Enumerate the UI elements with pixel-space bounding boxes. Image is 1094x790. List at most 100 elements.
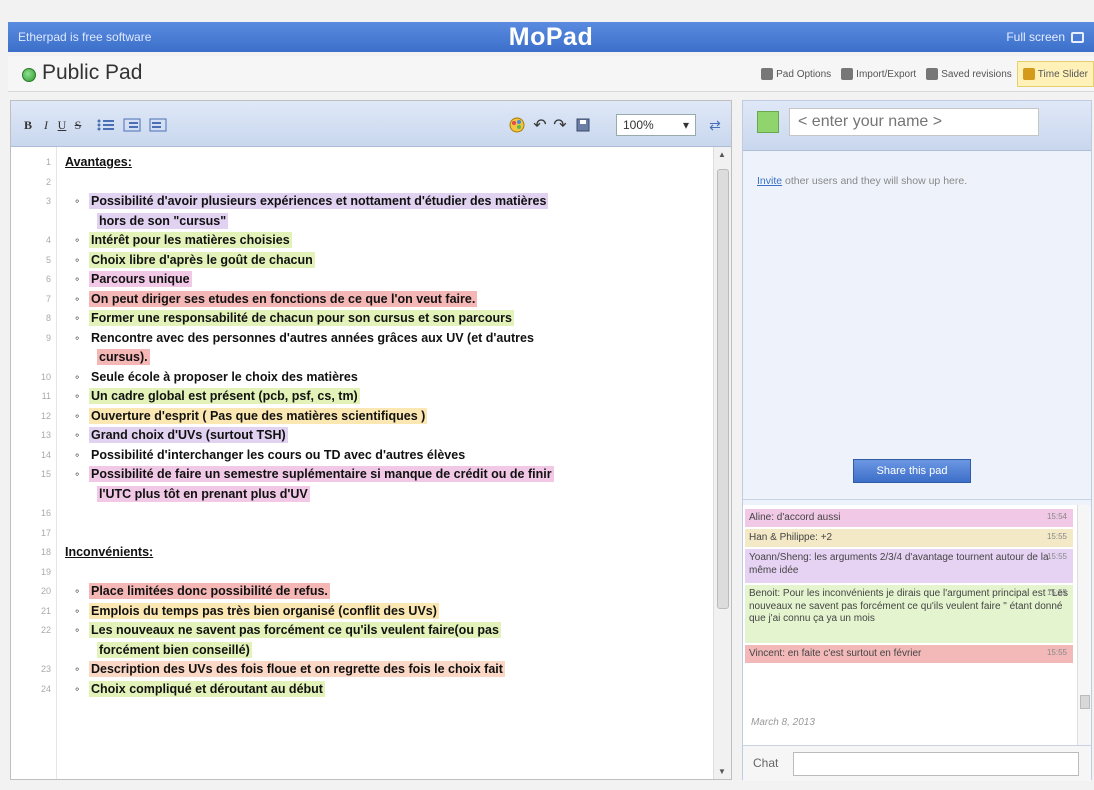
chat-log: March 8, 2013 Aline: d'accord aussi 15:54… bbox=[743, 505, 1091, 745]
pad-line[interactable]: forcément bien conseillé) bbox=[97, 641, 252, 658]
line-text: Possibilité de faire un semestre supléme… bbox=[89, 466, 554, 482]
fullscreen-button[interactable]: Full screen bbox=[1006, 30, 1084, 44]
invite-link[interactable]: Invite bbox=[757, 175, 782, 187]
line-number: 2 bbox=[45, 176, 51, 187]
underline-button[interactable]: U bbox=[55, 115, 69, 135]
time-slider-label: Time Slider bbox=[1037, 68, 1088, 80]
saved-revisions-button[interactable]: Saved revisions bbox=[921, 61, 1017, 87]
time-slider-button[interactable]: Time Slider bbox=[1016, 61, 1094, 87]
import-export-button[interactable]: Import/Export bbox=[836, 61, 921, 87]
chat-time: 15:54 bbox=[1046, 512, 1067, 521]
pad-line[interactable]: Choix compliqué et déroutant au début bbox=[75, 680, 325, 697]
pad-line[interactable]: Emplois du temps pas très bien organisé … bbox=[75, 602, 439, 619]
scrollbar-thumb[interactable] bbox=[717, 169, 729, 609]
import-export-label: Import/Export bbox=[856, 68, 917, 80]
pad-line[interactable]: On peut diriger ses etudes en fonctions … bbox=[75, 290, 478, 307]
free-software-link[interactable]: Etherpad is free software bbox=[18, 30, 151, 44]
pad-line[interactable]: cursus). bbox=[97, 349, 150, 365]
pad-line[interactable]: l'UTC plus tôt en prenant plus d'UV bbox=[97, 485, 310, 502]
fullscreen-label: Full screen bbox=[1006, 30, 1065, 44]
italic-button[interactable]: I bbox=[39, 115, 53, 135]
invite-text: Invite other users and they will show up… bbox=[757, 175, 967, 187]
pad-line[interactable]: Possibilité de faire un semestre supléme… bbox=[75, 466, 554, 482]
undo-button[interactable]: ↶ bbox=[531, 115, 549, 135]
chat-time: 15:55 bbox=[1046, 588, 1067, 597]
chat-scrollbar[interactable] bbox=[1077, 505, 1091, 745]
pad-line[interactable]: Grand choix d'UVs (surtout TSH) bbox=[75, 427, 288, 443]
line-number: 14 bbox=[40, 449, 51, 460]
chat-author: Han & Philippe bbox=[749, 532, 816, 543]
line-text: Intérêt pour les matières choisies bbox=[89, 232, 292, 248]
chat-author: Yoann/Sheng bbox=[749, 552, 809, 563]
save-revision-button[interactable] bbox=[573, 115, 593, 135]
etherpad-window: Etherpad is free software MoPad Full scr… bbox=[0, 0, 1094, 790]
pad-line[interactable]: Description des UVs des fois floue et on… bbox=[75, 661, 505, 677]
line-number: 24 bbox=[40, 683, 51, 694]
chat-author: Benoit bbox=[749, 588, 778, 599]
scroll-up-icon[interactable]: ▲ bbox=[718, 150, 726, 159]
user-color-swatch[interactable] bbox=[757, 111, 779, 133]
save-icon bbox=[576, 118, 590, 132]
line-number: 21 bbox=[40, 605, 51, 616]
outdent-button[interactable] bbox=[147, 115, 169, 135]
zoom-select[interactable]: 100% ▾ bbox=[616, 114, 696, 136]
share-pad-button[interactable]: Share this pad bbox=[853, 459, 971, 483]
chat-scrollbar-thumb[interactable] bbox=[1080, 695, 1090, 709]
pad-header: Public Pad Pad Options Import/Export Sav… bbox=[8, 56, 1094, 92]
scroll-down-icon[interactable]: ▼ bbox=[718, 767, 726, 776]
swap-arrows-icon: ⇄ bbox=[709, 116, 721, 133]
pad-line[interactable]: Ouverture d'esprit ( Pas que des matière… bbox=[75, 407, 428, 424]
pad-line[interactable]: Les nouveaux ne savent pas forcément ce … bbox=[75, 622, 501, 638]
users-chat-panel: Invite other users and they will show up… bbox=[742, 100, 1092, 781]
pad-line[interactable]: Possibilité d'interchanger les cours ou … bbox=[75, 448, 467, 462]
strikethrough-button[interactable]: S bbox=[71, 115, 85, 135]
username-input[interactable] bbox=[789, 108, 1039, 136]
section-heading[interactable]: Avantages: bbox=[63, 155, 134, 169]
line-number: 16 bbox=[40, 508, 51, 518]
chat-author: Aline bbox=[749, 512, 772, 523]
pad-line[interactable]: Un cadre global est présent (pcb, psf, c… bbox=[75, 388, 360, 404]
line-number: 22 bbox=[40, 625, 51, 635]
chat-message: Yoann/Sheng: les arguments 2/3/4 d'avant… bbox=[745, 549, 1073, 583]
outdent-icon bbox=[149, 118, 167, 132]
bold-button[interactable]: B bbox=[21, 115, 35, 135]
pad-line[interactable]: Parcours unique bbox=[75, 271, 192, 287]
undo-icon: ↶ bbox=[533, 117, 547, 134]
indent-button[interactable] bbox=[121, 115, 143, 135]
pad-line[interactable]: Choix libre d'après le goût de chacun bbox=[75, 251, 315, 268]
line-text: Grand choix d'UVs (surtout TSH) bbox=[89, 427, 288, 443]
redo-button[interactable]: ↷ bbox=[551, 115, 569, 135]
chat-time: 15:55 bbox=[1046, 552, 1067, 561]
line-number: 1 bbox=[45, 157, 51, 167]
chat-message: Vincent: en faite c'est surtout en févri… bbox=[745, 645, 1073, 663]
pad-line[interactable]: Place limitées donc possibilité de refus… bbox=[75, 583, 330, 599]
pad-line[interactable]: Possibilité d'avoir plusieurs expérience… bbox=[75, 193, 549, 209]
editor-scrollbar[interactable]: ▲ ▼ bbox=[713, 147, 731, 779]
pad-line[interactable]: Former une responsabilité de chacun pour… bbox=[75, 310, 514, 326]
connection-status-icon bbox=[22, 68, 36, 82]
fullscreen-icon bbox=[1071, 31, 1084, 43]
line-number: 5 bbox=[45, 254, 51, 265]
line-text: l'UTC plus tôt en prenant plus d'UV bbox=[97, 485, 310, 502]
pad-line[interactable]: Seule école à proposer le choix des mati… bbox=[75, 370, 360, 384]
chat-input[interactable] bbox=[793, 752, 1079, 776]
zoom-value: 100% bbox=[623, 118, 654, 132]
color-picker-button[interactable] bbox=[507, 115, 527, 135]
line-text: Ouverture d'esprit ( Pas que des matière… bbox=[89, 407, 428, 424]
bullet-list-button[interactable] bbox=[95, 115, 117, 135]
section-heading[interactable]: Inconvénients: bbox=[63, 545, 155, 559]
document-icon bbox=[761, 68, 774, 80]
pad-title: Public Pad bbox=[42, 61, 143, 84]
toggle-sidebar-button[interactable]: ⇄ bbox=[705, 115, 725, 135]
pad-line[interactable]: Rencontre avec des personnes d'autres an… bbox=[75, 331, 536, 345]
line-text: hors de son "cursus" bbox=[97, 212, 229, 229]
pad-options-button[interactable]: Pad Options bbox=[756, 61, 836, 87]
chat-date: March 8, 2013 bbox=[751, 717, 815, 728]
editor-panel: B I U S ↶ ↷ 100% ▾ ⇄ 1 2 3 4 5 6 7 8 9 1… bbox=[10, 100, 732, 780]
line-text: Avantages: bbox=[65, 155, 132, 169]
pad-line[interactable]: hors de son "cursus" bbox=[97, 212, 229, 229]
user-bar bbox=[743, 101, 1091, 151]
pad-line[interactable]: Intérêt pour les matières choisies bbox=[75, 232, 292, 248]
pad-text-area[interactable]: Avantages: Possibilité d'avoir plusieurs … bbox=[57, 147, 711, 779]
line-number: 11 bbox=[41, 391, 51, 401]
